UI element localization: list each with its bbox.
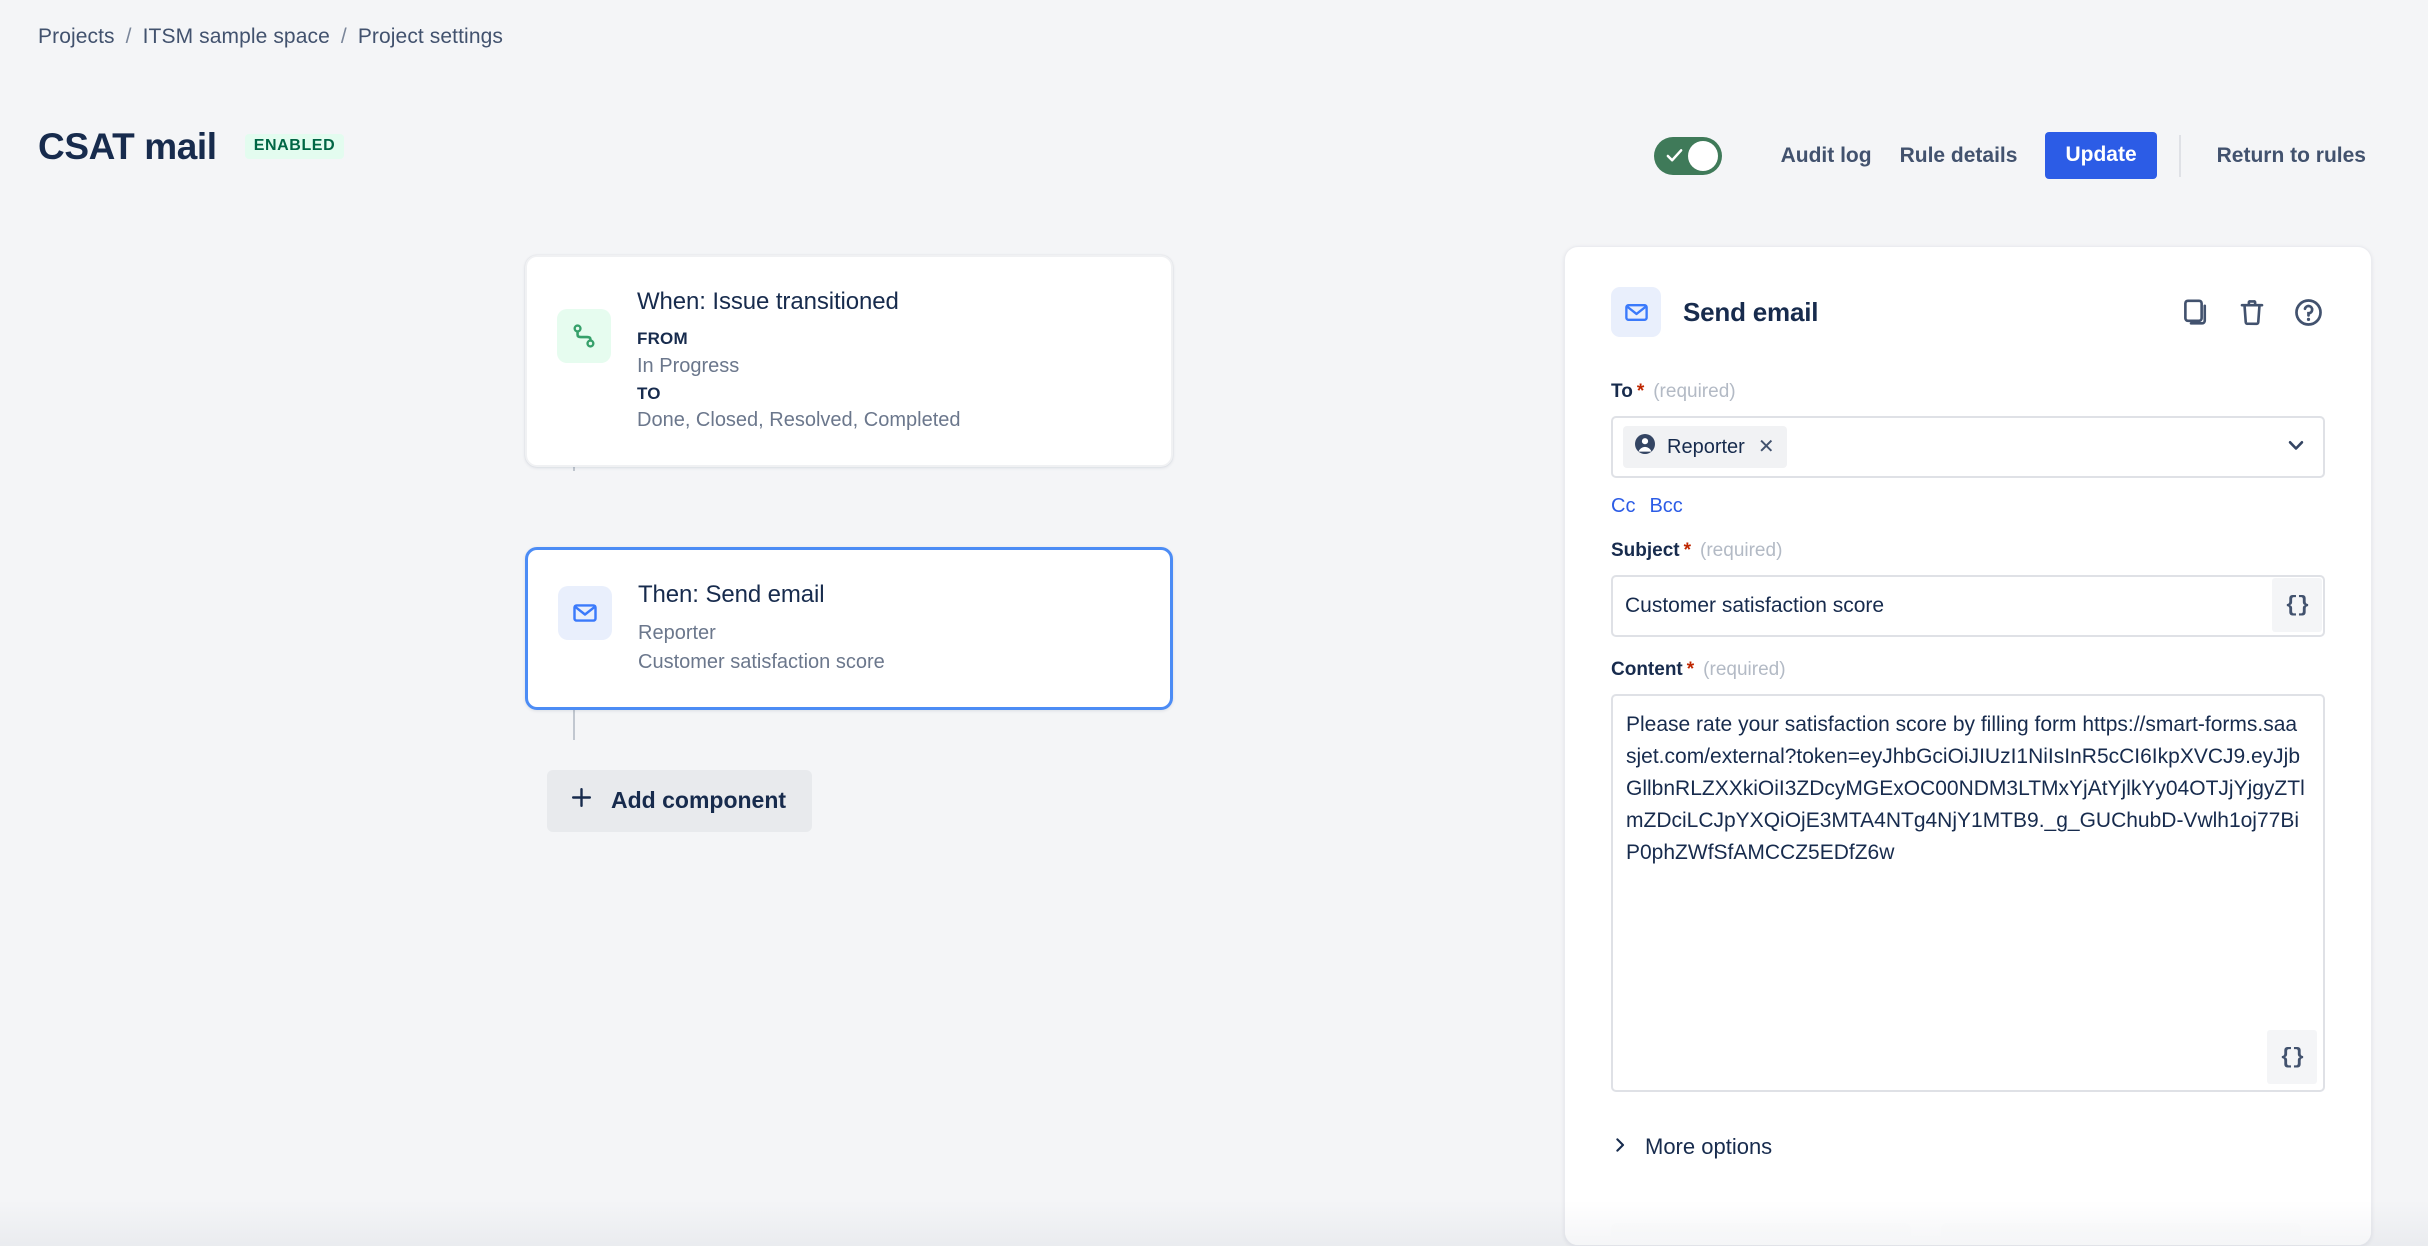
content-smart-values-button[interactable]: {} [2267,1030,2317,1084]
content-field-group: Content * (required) Please rate your sa… [1611,659,2325,1092]
subject-input-wrap: {} [1611,575,2325,637]
panel-title: Send email [1683,297,1818,328]
breadcrumb: Projects / ITSM sample space / Project s… [38,25,503,49]
trigger-node-issue-transitioned[interactable]: When: Issue transitioned FROM In Progres… [525,255,1173,467]
trigger-node-body: When: Issue transitioned FROM In Progres… [637,285,961,435]
cc-link[interactable]: Cc [1611,495,1635,518]
duplicate-icon[interactable] [2179,295,2213,329]
panel-footer-button-partial[interactable] [1941,1223,2301,1246]
close-icon[interactable]: ✕ [1758,437,1775,457]
panel-content: Send email [1565,247,2371,1164]
breadcrumb-separator: / [126,25,132,49]
action-node-recipient: Reporter [638,619,885,648]
flow-spacer [525,467,1185,547]
rule-header: CSAT mail ENABLED [38,128,344,165]
user-avatar-icon [1633,432,1657,462]
recipient-chip-reporter[interactable]: Reporter ✕ [1623,426,1787,468]
bcc-link[interactable]: Bcc [1649,495,1682,518]
breadcrumb-item-space[interactable]: ITSM sample space [143,25,330,49]
breadcrumb-item-projects[interactable]: Projects [38,25,115,49]
trigger-to-label: TO [637,381,961,407]
rule-flow: When: Issue transitioned FROM In Progres… [525,255,1185,832]
required-marker: * [1687,659,1694,681]
breadcrumb-separator: / [341,25,347,49]
recipient-chip-label: Reporter [1667,436,1745,459]
panel-header-actions [2179,295,2325,329]
to-label-text: To [1611,381,1633,403]
header-actions: Audit log Rule details Update Return to … [1654,132,2380,179]
return-to-rules-link[interactable]: Return to rules [2203,135,2380,177]
to-field-group: To * (required) Reporter ✕ [1611,381,2325,478]
trigger-from-value: In Progress [637,352,961,381]
trigger-to-value: Done, Closed, Resolved, Completed [637,406,961,435]
subject-smart-values-button[interactable]: {} [2272,578,2322,632]
send-email-config-panel: Send email [1564,246,2372,1246]
envelope-icon [1611,287,1661,337]
help-circle-icon[interactable] [2291,295,2325,329]
required-note: (required) [1653,381,1735,403]
check-icon [1665,146,1684,165]
trash-icon[interactable] [2235,295,2269,329]
toggle-knob [1688,141,1718,171]
rule-canvas: When: Issue transitioned FROM In Progres… [0,255,1540,832]
header-divider [2179,135,2181,177]
content-label-text: Content [1611,659,1683,681]
chevron-right-icon [1611,1134,1629,1160]
add-component-button[interactable]: Add component [547,770,812,832]
required-note: (required) [1703,659,1785,681]
required-marker: * [1684,540,1691,562]
chevron-down-icon[interactable] [2283,432,2309,463]
rule-enabled-toggle[interactable] [1654,137,1722,175]
cc-bcc-links: Cc Bcc [1611,495,2325,518]
panel-footer-button-partial[interactable] [1611,1223,1911,1246]
required-note: (required) [1700,540,1782,562]
to-field-label: To * (required) [1611,381,2325,403]
status-badge: ENABLED [245,134,345,159]
update-button[interactable]: Update [2045,132,2156,179]
panel-header: Send email [1611,287,2325,337]
transition-branch-icon [557,309,611,363]
subject-field-label: Subject * (required) [1611,540,2325,562]
panel-fade-overlay [1565,1189,2371,1245]
envelope-icon [558,586,612,640]
subject-input[interactable] [1613,577,2323,635]
trigger-node-title: When: Issue transitioned [637,287,961,317]
plus-icon [569,785,594,816]
breadcrumb-item-project-settings[interactable]: Project settings [358,25,503,49]
action-node-send-email[interactable]: Then: Send email Reporter Customer satis… [525,547,1173,710]
content-textarea-wrap: Please rate your satisfaction score by f… [1611,694,2325,1092]
audit-log-link[interactable]: Audit log [1767,135,1886,177]
rule-details-link[interactable]: Rule details [1886,135,2032,177]
trigger-from-label: FROM [637,326,961,352]
page-title: CSAT mail [38,128,217,165]
action-node-title: Then: Send email [638,580,885,610]
to-recipients-select[interactable]: Reporter ✕ [1611,416,2325,478]
subject-field-group: Subject * (required) {} [1611,540,2325,637]
content-field-label: Content * (required) [1611,659,2325,681]
action-node-body: Then: Send email Reporter Customer satis… [638,578,885,677]
required-marker: * [1637,381,1644,403]
action-node-subject: Customer satisfaction score [638,648,885,677]
content-textarea[interactable]: Please rate your satisfaction score by f… [1613,696,2323,1090]
more-options-label: More options [1645,1134,1772,1160]
add-component-label: Add component [611,787,786,814]
subject-label-text: Subject [1611,540,1680,562]
more-options-toggle[interactable]: More options [1611,1130,1772,1164]
panel-footer [1565,1185,2371,1245]
